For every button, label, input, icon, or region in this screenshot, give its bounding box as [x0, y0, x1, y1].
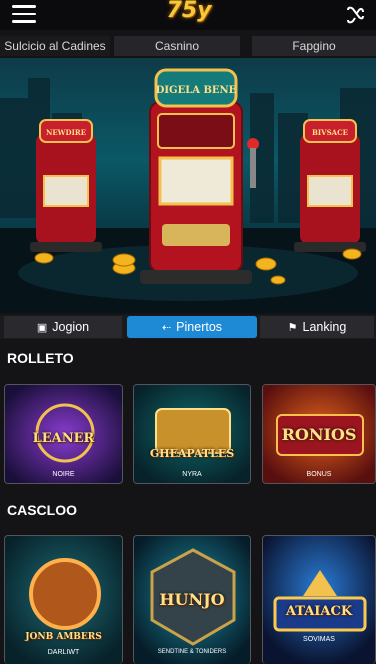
hero-slot-machines-illustration: DIGELA BENE NEWDIRE BIVSACE [0, 68, 376, 313]
tab-sulcicio[interactable]: Sulcicio al Cadines [0, 36, 110, 56]
segment-label: Pinertos [176, 320, 223, 334]
game-card-subtitle: NOIRE [52, 471, 75, 478]
game-card-subtitle: NYRA [182, 471, 202, 478]
flag-icon: ⚑ [287, 322, 298, 334]
game-card-title: HUNJO [159, 590, 225, 609]
segment-jogion[interactable]: ▣ Jogion [4, 316, 122, 338]
game-card-title: LEANER [32, 431, 95, 446]
segment-pinertos[interactable]: ⇠ Pinertos [127, 316, 257, 338]
section-title: CASCLOO [7, 502, 77, 518]
category-tabs: Sulcicio al Cadines Casnino Fapgino [0, 36, 376, 56]
hero-center-sign: DIGELA BENE [156, 85, 237, 96]
hero-banner[interactable]: DIGELA BENE NEWDIRE BIVSACE [0, 58, 376, 313]
game-card-subtitle: SOVIMAS [303, 636, 335, 643]
arrow-icon: ⇠ [161, 322, 172, 334]
segment-control: ▣ Jogion ⇠ Pinertos ⚑ Lanking [0, 315, 376, 339]
segment-lanking[interactable]: ⚑ Lanking [260, 316, 374, 338]
game-card[interactable]: JONB AMBERS DARLIWT [4, 535, 123, 664]
segment-label: Lanking [302, 320, 347, 334]
hero-left-sign: NEWDIRE [46, 128, 86, 137]
top-bar: 75y [0, 0, 376, 30]
swap-arrows-icon[interactable] [344, 4, 366, 26]
game-card-title: ATAIACK [285, 604, 353, 619]
game-card[interactable]: HUNJO SENDTINE & TONIDERS [133, 535, 251, 664]
game-card-art [134, 385, 250, 483]
game-card[interactable]: LEANER NOIRE [4, 384, 123, 484]
game-card[interactable]: RONIOS BONUS [262, 384, 376, 484]
game-card-art [263, 536, 375, 664]
game-card[interactable]: GHEAPATLES NYRA [133, 384, 251, 484]
game-card-subtitle: SENDTINE & TONIDERS [157, 649, 227, 655]
tab-fapgino[interactable]: Fapgino [252, 36, 376, 56]
hamburger-menu-icon[interactable] [12, 5, 36, 23]
game-card-subtitle: DARLIWT [47, 649, 80, 656]
tab-casnino[interactable]: Casnino [114, 36, 240, 56]
segment-label: Jogion [52, 320, 90, 334]
grid-icon: ▣ [36, 322, 48, 334]
game-card-art [5, 536, 122, 664]
game-card[interactable]: ATAIACK SOVIMAS [262, 535, 376, 664]
hero-right-sign: BIVSACE [312, 128, 348, 137]
section-title: ROLLETO [7, 350, 74, 366]
app-logo[interactable]: 75y [164, 0, 214, 28]
game-card-title: JONB AMBERS [25, 632, 102, 642]
game-card-title: GHEAPATLES [149, 447, 235, 460]
game-card-title: RONIOS [281, 425, 357, 444]
game-card-subtitle: BONUS [306, 471, 332, 478]
